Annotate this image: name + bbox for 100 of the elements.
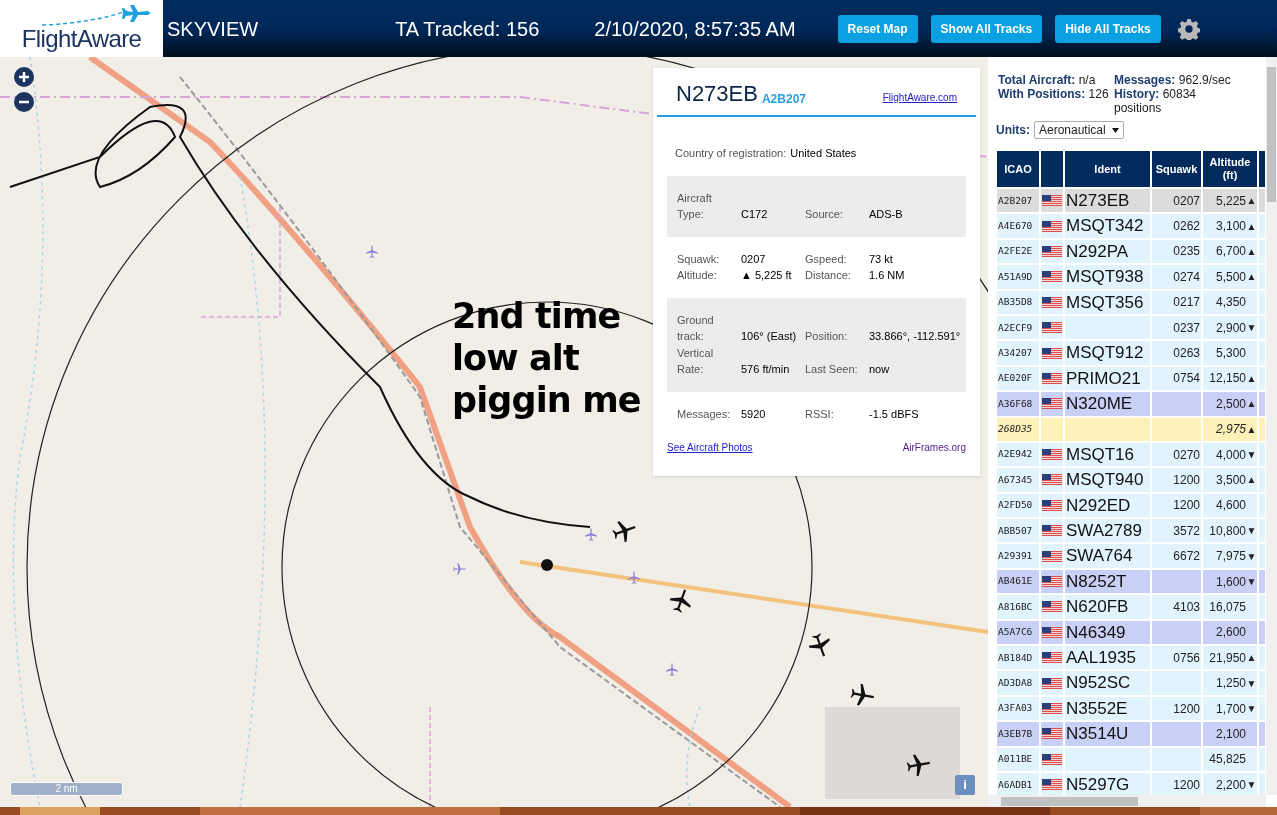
trend-arrow: ▼ [1246,575,1257,590]
table-cell: 0274 [1152,265,1201,289]
table-cell [1152,417,1201,441]
aircraft-row[interactable]: AB35D8 MSQT356 0217 4,350 [997,290,1265,314]
table-cell: A4E670 [997,214,1039,238]
aircraft-row[interactable]: 268D35 2,975▲ [997,417,1265,441]
aircraft-row[interactable]: A2E942 MSQT16 0270 4,000▼ [997,442,1265,467]
table-cell [1152,671,1201,695]
column-header[interactable]: ICAO [997,151,1039,187]
table-cell-text: 1,700 [1215,700,1246,718]
table-cell: 6672 [1152,544,1201,568]
table-cell-text: 3,100 [1215,218,1246,236]
flag-icon [1042,347,1062,359]
table-cell: 0235 [1152,239,1201,264]
trend-arrow: ▼ [1246,778,1257,793]
table-cell-text: 2,600 [1215,624,1246,642]
trend-arrow: ▼ [1246,448,1257,463]
aircraft-row[interactable]: A2FD50 N292ED 1200 4,600 [997,493,1265,518]
table-cell-text: 5,500 [1215,268,1246,286]
table-cell: 4103 [1152,595,1201,619]
trend-arrow: ▼ [1246,321,1257,336]
flag-icon [1042,322,1062,334]
table-cell-text: 21,950 [1209,649,1246,667]
tracked-count: TA Tracked: 156 [395,16,540,42]
table-cell: 1200 [1152,696,1201,721]
table-cell-text: 4,600 [1215,497,1246,515]
units-select[interactable]: Aeronautical [1034,121,1124,139]
aircraft-row[interactable]: A3EB7B N3514U 2,100 [997,722,1265,746]
trend-arrow: ▲ [1246,397,1257,412]
table-cell: SWA2789 [1065,519,1150,543]
flag-icon [1042,703,1062,714]
trend-arrow: ▼ [1246,702,1257,716]
aircraft-row[interactable]: AE020F PRIMO21 0754 12,150▲ [997,366,1265,391]
table-cell: N292ED [1065,493,1150,518]
flag-icon [1042,245,1062,257]
aircraft-row[interactable]: A2FE2E N292PA 0235 6,700▲ [997,239,1265,264]
aircraft-row[interactable]: A2B207 N273EB 0207 5,225▲ [997,189,1265,213]
table-cell: 1200 [1152,493,1201,518]
table-cell: ABB507 [997,519,1039,543]
trend-arrow: ▲ [1246,473,1257,488]
column-header[interactable]: Ident [1065,151,1150,187]
aircraft-row[interactable]: AB461E N8252T 1,600▼ [997,569,1265,594]
aircraft-row[interactable]: AB184D AAL1935 0756 21,950▲ [997,646,1265,670]
table-cell [1152,620,1201,645]
aircraft-row[interactable]: AD3DA8 N952SC 1,250▼ [997,671,1265,695]
column-header[interactable]: Altitude (ft) [1203,151,1257,187]
table-cell: N292PA [1065,239,1150,264]
aircraft-row[interactable]: A4E670 MSQT342 0262 3,100▲ [997,214,1265,238]
table-cell: A3FA03 [997,696,1039,721]
table-cell-text: 1,600 [1215,573,1246,591]
scrollbar[interactable] [988,795,1266,807]
trend-arrow: ▲ [1246,651,1257,666]
logo[interactable]: FlightAware [0,0,163,57]
table-cell: MSQT940 [1065,468,1150,492]
aircraft-row[interactable]: A816BC N620FB 4103 16,075 [997,595,1265,619]
aircraft-row[interactable]: A6ADB1 N5297G 1200 2,200▼ [997,773,1265,797]
aircraft-row[interactable]: A3FA03 N3552E 1200 1,700▼ [997,696,1265,721]
table-cell: N3552E [1065,696,1150,721]
table-cell [1152,722,1201,746]
aircraft-row[interactable]: A34207 MSQT912 0263 5,300 [997,341,1265,365]
flag-icon [1042,372,1062,384]
table-cell-text: 5,300 [1215,345,1246,363]
aircraft-row[interactable]: ABB507 SWA2789 3572 10,800▼ [997,519,1265,543]
table-cell-text: 16,075 [1209,598,1246,616]
table-cell: A5A7C6 [997,620,1039,645]
flag-icon [1042,576,1062,588]
aircraft-row[interactable]: A2ECF9 0237 2,900▼ [997,315,1265,340]
scrollbar[interactable] [1266,57,1277,795]
settings-icon[interactable] [1177,17,1200,40]
table-cell: 0217 [1152,290,1201,314]
table-cell-text: 4,350 [1215,294,1246,312]
aircraft-row[interactable]: A011BE 45,825 [997,747,1265,771]
aircraft-row[interactable]: A67345 MSQT940 1200 3,500▲ [997,468,1265,492]
table-cell-text: 2,200 [1215,776,1246,794]
aircraft-row[interactable]: A51A9D MSQT938 0274 5,500▲ [997,265,1265,289]
table-cell: PRIMO21 [1065,366,1150,391]
trend-arrow: ▼ [1246,676,1257,691]
table-cell: A34207 [997,341,1039,365]
table-cell: SWA764 [1065,544,1150,568]
table-cell: 0263 [1152,341,1201,365]
aircraft-row[interactable]: A36F68 N320ME 2,500▲ [997,392,1265,416]
units-label: Units: [996,122,1030,139]
table-cell: A51A9D [997,265,1039,289]
aircraft-row[interactable]: A5A7C6 N46349 2,600 [997,620,1265,645]
table-cell-text: 2,500 [1215,395,1246,413]
flag-icon [1042,499,1062,511]
airplane-icon [41,3,152,27]
aircraft-row[interactable]: A29391 SWA764 6672 7,975▼ [997,544,1265,568]
trend-arrow: ▲ [1246,194,1257,209]
table-cell: 3572 [1152,519,1201,543]
stat-text: History: 60834 positions [1114,87,1198,115]
table-cell-text: 2,900 [1215,319,1246,337]
flag-icon [1042,525,1062,537]
column-header[interactable]: Squawk [1152,151,1201,187]
table-cell: N46349 [1065,620,1150,645]
caret-icon [1111,127,1119,133]
flag-icon [1042,728,1062,740]
table-cell: AB184D [997,646,1039,670]
table-cell: A2ECF9 [997,315,1039,340]
table-cell-text: 12,150 [1209,370,1246,388]
